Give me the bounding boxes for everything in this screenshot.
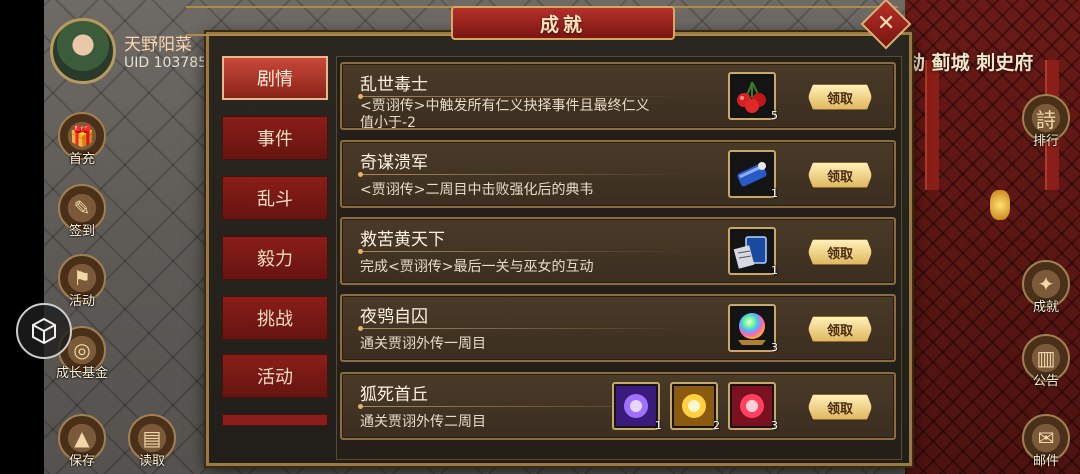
achievement-title: 狐死首丘 xyxy=(360,385,428,405)
event-button[interactable]: ⚑ 活动 xyxy=(56,254,108,309)
achievement-row: 奇谋溃军 <贾诩传>二周目中击败强化后的典韦 1 领取 xyxy=(340,140,896,208)
tab-perseverance[interactable]: 毅力 xyxy=(222,236,328,280)
achievement-title: 乱世毒士 xyxy=(360,75,428,95)
divider xyxy=(358,251,688,252)
divider-dot xyxy=(358,172,363,177)
cherry-icon xyxy=(737,81,766,113)
reward-count: 5 xyxy=(771,109,778,122)
achievement-desc: <贾诩传>中触发所有仁义抉择事件且最终仁义值小于-2 xyxy=(360,98,650,128)
scroll-item-icon xyxy=(737,162,767,187)
divider-dot xyxy=(358,326,363,331)
achievement-row: 夜鸮自囚 通关贾诩外传一周目 3 领取 xyxy=(340,294,896,362)
reward-item[interactable]: 3 xyxy=(728,382,778,432)
close-icon: ✕ xyxy=(876,11,896,36)
palace-pillar xyxy=(925,60,939,190)
reward-count: 1 xyxy=(771,264,778,277)
claim-button[interactable]: 领取 xyxy=(808,84,872,110)
reward-count: 1 xyxy=(771,187,778,200)
achievement-row: 救苦黄天下 完成<贾诩传>最后一关与巫女的互动 1 领取 xyxy=(340,217,896,285)
first-recharge-label: 首充 xyxy=(68,152,95,167)
divider-dot xyxy=(358,249,363,254)
rainbow-orb-icon xyxy=(738,313,766,345)
reward-item[interactable]: 5 xyxy=(728,72,778,122)
divider xyxy=(358,328,688,329)
reward-count: 3 xyxy=(771,419,778,432)
sign-in-button[interactable]: ✎ 签到 xyxy=(56,184,108,239)
reward-item[interactable]: 1 xyxy=(612,382,662,432)
claim-button[interactable]: 领取 xyxy=(808,394,872,420)
ranking-button[interactable]: 詩 排行 xyxy=(1020,94,1072,149)
tab-activity[interactable]: 活动 xyxy=(222,354,328,398)
reward-count: 1 xyxy=(655,419,662,432)
gold-gem-icon xyxy=(674,386,714,426)
achievement-desc: 通关贾诩外传一周目 xyxy=(360,336,486,352)
tab-challenge[interactable]: 挑战 xyxy=(222,296,328,340)
save-label: 保存 xyxy=(68,454,95,469)
lantern-decoration xyxy=(990,190,1010,220)
reward-item[interactable]: 1 xyxy=(728,150,778,200)
event-label: 活动 xyxy=(68,294,95,309)
reward-count: 3 xyxy=(771,341,778,354)
reward-item[interactable]: 1 xyxy=(728,227,778,277)
claim-button[interactable]: 领取 xyxy=(808,239,872,265)
reward-item[interactable]: 2 xyxy=(670,382,720,432)
load-button[interactable]: ▤ 读取 xyxy=(126,414,178,469)
mail-label: 邮件 xyxy=(1032,454,1059,469)
cube-icon xyxy=(32,317,56,345)
growth-fund-label: 成长基金 xyxy=(56,366,109,381)
city-labels[interactable]: 劫 蓟城 刺史府 xyxy=(906,48,1033,75)
claim-button[interactable]: 领取 xyxy=(808,316,872,342)
tab-scroll-stub[interactable] xyxy=(222,414,328,426)
claim-button[interactable]: 领取 xyxy=(808,162,872,188)
screen-edge-bar xyxy=(0,0,44,474)
book-item-icon xyxy=(733,236,767,269)
announcement-label: 公告 xyxy=(1032,374,1059,389)
divider xyxy=(358,174,688,175)
save-button[interactable]: ▲ 保存 xyxy=(56,414,108,469)
achievement-title: 奇谋溃军 xyxy=(360,153,428,173)
achievement-row: 狐死首丘 通关贾诩外传二周目 1 2 3 领取 xyxy=(340,372,896,440)
divider xyxy=(358,96,688,97)
player-info[interactable]: 天野阳菜 UID 103785 xyxy=(50,18,207,84)
first-recharge-button[interactable]: 🎁 首充 xyxy=(56,112,108,167)
achievement-title: 救苦黄天下 xyxy=(360,230,445,250)
achievement-button[interactable]: ✦ 成就 xyxy=(1020,260,1072,315)
achievement-desc: 完成<贾诩传>最后一关与巫女的互动 xyxy=(360,259,594,275)
load-label: 读取 xyxy=(138,454,165,469)
achievement-title: 夜鸮自囚 xyxy=(360,307,428,327)
sign-in-label: 签到 xyxy=(68,224,95,239)
achievement-row: 乱世毒士 <贾诩传>中触发所有仁义抉择事件且最终仁义值小于-2 5 领取 xyxy=(340,62,896,130)
player-uid: UID 103785 xyxy=(124,55,208,71)
red-gem-icon xyxy=(732,386,772,426)
tab-event[interactable]: 事件 xyxy=(222,116,328,160)
divider-dot xyxy=(358,404,363,409)
achievement-desc: <贾诩传>二周目中击败强化后的典韦 xyxy=(360,182,594,198)
purple-gem-icon xyxy=(616,386,656,426)
announcement-button[interactable]: ▥ 公告 xyxy=(1020,334,1072,389)
reward-count: 2 xyxy=(713,419,720,432)
achievement-label: 成就 xyxy=(1032,300,1059,315)
modal-title: 成就 xyxy=(451,6,675,40)
ar-float-button[interactable] xyxy=(16,303,72,359)
avatar[interactable] xyxy=(50,18,116,84)
tab-brawl[interactable]: 乱斗 xyxy=(222,176,328,220)
ranking-label: 排行 xyxy=(1032,134,1059,149)
mail-button[interactable]: ✉ 邮件 xyxy=(1020,414,1072,469)
reward-item[interactable]: 3 xyxy=(728,304,778,354)
tab-story[interactable]: 剧情 xyxy=(222,56,328,100)
